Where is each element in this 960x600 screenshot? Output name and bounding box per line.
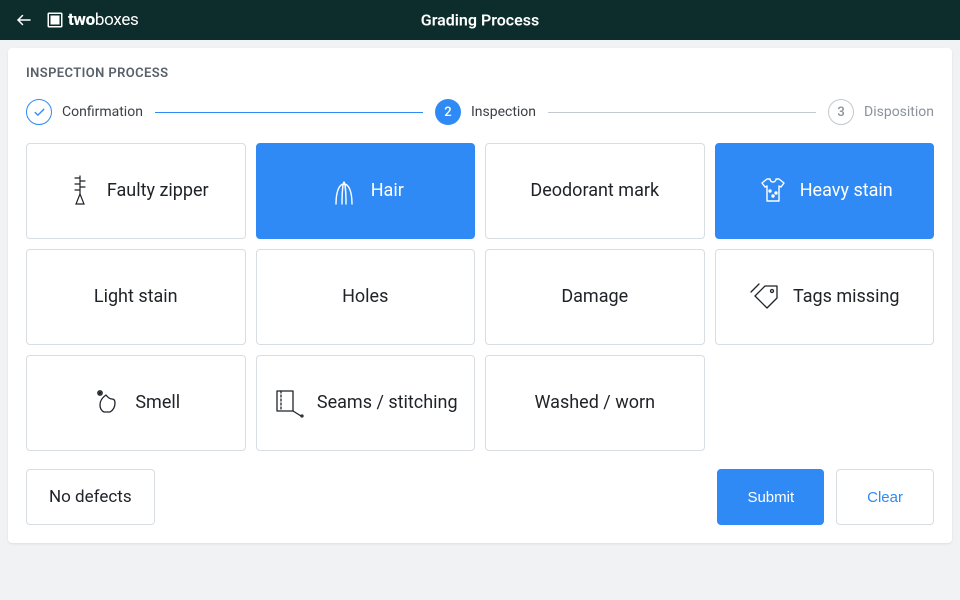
check-icon [33, 106, 46, 119]
step-label: Inspection [471, 104, 536, 120]
defect-tile-hair[interactable]: Hair [256, 143, 476, 239]
action-buttons: Submit Clear [717, 469, 934, 525]
defect-tile-damage[interactable]: Damage [485, 249, 705, 345]
tile-label: Smell [135, 392, 180, 414]
main-card: INSPECTION PROCESS Confirmation 2 Inspec… [8, 48, 952, 543]
step-inspection: 2 Inspection [435, 99, 536, 125]
smell-icon [91, 386, 125, 420]
defect-tile-tags-missing[interactable]: Tags missing [715, 249, 935, 345]
defect-tile-holes[interactable]: Holes [256, 249, 476, 345]
step-connector [548, 112, 816, 113]
defect-tile-washed-worn[interactable]: Washed / worn [485, 355, 705, 451]
step-indicator-done [26, 99, 52, 125]
tile-label: Damage [561, 286, 628, 308]
step-connector [155, 112, 423, 113]
step-label: Confirmation [62, 104, 143, 120]
app-header: twoboxes Grading Process [0, 0, 960, 40]
defect-tile-faulty-zipper[interactable]: Faulty zipper [26, 143, 246, 239]
defect-tile-heavy-stain[interactable]: Heavy stain [715, 143, 935, 239]
defect-tile-seams-stitching[interactable]: Seams / stitching [256, 355, 476, 451]
tile-label: Washed / worn [534, 392, 655, 414]
defect-grid: Faulty zipper Hair Deodorant mark Heavy … [26, 143, 934, 451]
tile-label: Hair [371, 180, 404, 202]
back-button[interactable] [12, 8, 36, 32]
tag-icon [749, 280, 783, 314]
step-indicator-current: 2 [435, 99, 461, 125]
stitching-icon [273, 386, 307, 420]
tile-label: Seams / stitching [317, 392, 458, 414]
tile-label: Deodorant mark [530, 180, 659, 202]
defect-tile-light-stain[interactable]: Light stain [26, 249, 246, 345]
page-title: Grading Process [421, 11, 539, 30]
submit-button[interactable]: Submit [717, 469, 824, 525]
defect-tile-deodorant-mark[interactable]: Deodorant mark [485, 143, 705, 239]
step-indicator-upcoming: 3 [828, 99, 854, 125]
step-confirmation: Confirmation [26, 99, 143, 125]
brand-logo: twoboxes [46, 10, 139, 30]
section-title: INSPECTION PROCESS [26, 66, 934, 81]
tile-label: Faulty zipper [107, 180, 209, 202]
brand-name: twoboxes [68, 10, 139, 30]
tile-label: Light stain [94, 286, 178, 308]
tile-label: Heavy stain [800, 180, 893, 202]
defect-tile-smell[interactable]: Smell [26, 355, 246, 451]
step-disposition: 3 Disposition [828, 99, 934, 125]
tile-label: Tags missing [793, 286, 900, 308]
step-label: Disposition [864, 104, 934, 120]
no-defects-button[interactable]: No defects [26, 469, 155, 525]
logo-mark-icon [46, 11, 64, 29]
tile-label: Holes [342, 286, 388, 308]
footer-row: No defects Submit Clear [26, 469, 934, 525]
zipper-icon [63, 174, 97, 208]
clear-button[interactable]: Clear [836, 469, 934, 525]
progress-stepper: Confirmation 2 Inspection 3 Disposition [26, 99, 934, 125]
hair-icon [327, 174, 361, 208]
arrow-left-icon [15, 11, 33, 29]
shirt-stain-icon [756, 174, 790, 208]
